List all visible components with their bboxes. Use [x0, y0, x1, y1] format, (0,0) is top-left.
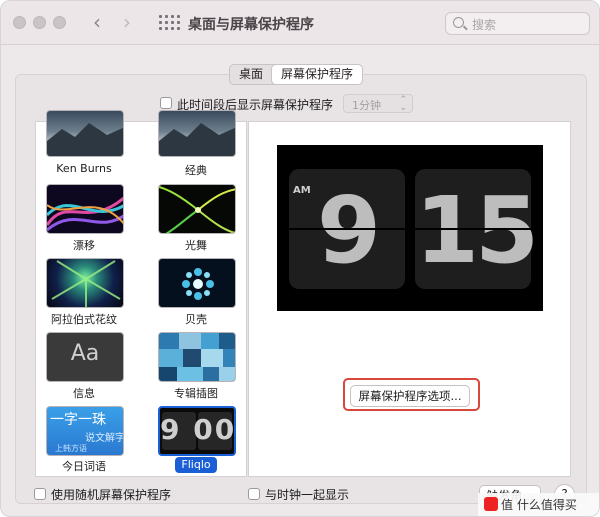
tab-desktop[interactable]: 桌面: [230, 65, 272, 84]
thumb-shell[interactable]: [158, 258, 236, 308]
thumb-ken-burns[interactable]: [46, 110, 124, 157]
watermark-logo-icon: [484, 497, 498, 511]
search-placeholder: 搜索: [472, 18, 497, 32]
thumb-arabesque[interactable]: [46, 258, 124, 308]
idle-time-select[interactable]: 1分钟 ⌃ ⌄: [343, 94, 413, 113]
tab-screen-saver[interactable]: 屏幕保护程序: [272, 65, 363, 84]
word-line-1: 一字一珠: [50, 412, 106, 428]
preferences-window: ‹ › 桌面与屏幕保护程序 搜索 桌面 屏幕保护程序 此时间段后显示屏幕保护程序…: [0, 0, 600, 517]
saver-name-arabesque: 阿拉伯式花纹: [51, 313, 117, 326]
chevron-updown-icon: ⌃ ⌄: [399, 95, 407, 113]
search-input[interactable]: 搜索: [445, 12, 590, 35]
show-with-clock-label: 与时钟一起显示: [265, 488, 350, 502]
thumb-album-artwork[interactable]: [158, 332, 236, 382]
thumb-classic[interactable]: [158, 110, 236, 157]
show-with-clock-checkbox[interactable]: [248, 488, 260, 500]
ampm-label: AM: [293, 185, 311, 196]
minute-digits: 15: [415, 177, 539, 284]
search-icon: [453, 17, 464, 28]
thumb-fliqlo[interactable]: 9 00: [158, 406, 236, 456]
random-saver-checkbox[interactable]: [34, 488, 46, 500]
fliqlo-digits: 9 00: [160, 413, 236, 446]
word-line-2: 说文解字: [85, 433, 124, 444]
thumb-word-of-the-day[interactable]: 一字一珠 说文解字 上韩方语: [46, 406, 124, 456]
hour-card-split: [289, 228, 405, 230]
idle-time-value: 1分钟: [352, 99, 381, 112]
thumb-message[interactable]: Aa: [46, 332, 124, 382]
saver-name-classic: 经典: [185, 164, 207, 177]
forward-arrow-icon[interactable]: ›: [123, 10, 131, 34]
thumb-flurry[interactable]: [158, 184, 236, 234]
watermark-text: 值 什么值得买: [501, 498, 577, 512]
random-saver-label: 使用随机屏幕保护程序: [51, 488, 172, 502]
saver-name-album-artwork: 专辑插图: [174, 387, 218, 400]
word-line-3: 上韩方语: [55, 444, 87, 453]
tab-bar: 桌面 屏幕保护程序: [229, 64, 364, 85]
minimize-window-button[interactable]: [33, 16, 46, 29]
clock-preview: 9 AM 15: [277, 145, 543, 311]
back-arrow-icon[interactable]: ‹: [93, 10, 101, 34]
minute-card: 15: [415, 169, 539, 289]
saver-name-drift: 漂移: [73, 239, 95, 252]
thumb-drift[interactable]: [46, 184, 124, 234]
close-window-button[interactable]: [13, 16, 26, 29]
watermark: 值 什么值得买: [478, 493, 599, 516]
saver-name-flurry: 光舞: [185, 239, 207, 252]
saver-name-word-of-the-day: 今日词语: [62, 460, 106, 473]
show-all-grid-icon[interactable]: [159, 15, 180, 31]
saver-name-shell: 贝壳: [185, 313, 207, 326]
title-bar: ‹ › 桌面与屏幕保护程序 搜索: [1, 1, 599, 45]
saver-name-ken-burns: Ken Burns: [56, 162, 112, 175]
message-aa-text: Aa: [70, 341, 100, 366]
saver-name-fliqlo: Fliqlo: [181, 458, 211, 471]
zoom-window-button[interactable]: [53, 16, 66, 29]
minute-card-split: [415, 228, 531, 230]
window-title: 桌面与屏幕保护程序: [188, 17, 314, 33]
screen-saver-options-button[interactable]: 屏幕保护程序选项...: [350, 385, 470, 407]
saver-name-message: 信息: [73, 387, 95, 400]
idle-time-checkbox[interactable]: [160, 97, 172, 109]
